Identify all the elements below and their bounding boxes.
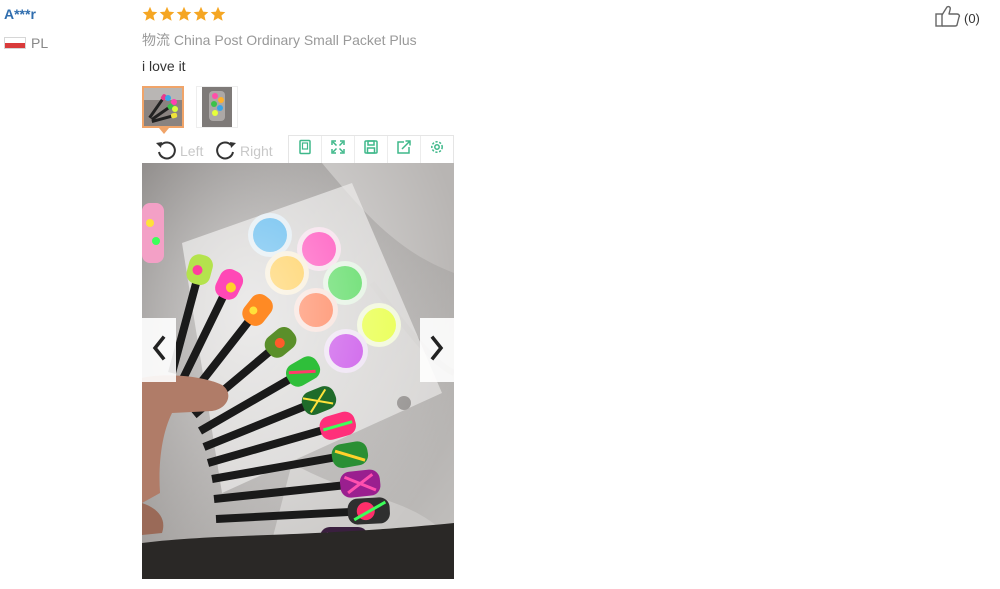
review-photo-viewer[interactable] bbox=[142, 163, 454, 579]
rotate-left-button[interactable]: Left bbox=[154, 139, 203, 163]
helpful-button[interactable]: (0) bbox=[935, 5, 980, 32]
fullscreen-icon bbox=[330, 139, 346, 160]
selected-thumbnail-pointer bbox=[159, 128, 169, 134]
star-icon bbox=[210, 6, 226, 24]
image-toolbar bbox=[288, 135, 454, 163]
phone-view-icon bbox=[297, 139, 313, 160]
thumbs-up-icon bbox=[935, 5, 961, 32]
fullscreen-button[interactable] bbox=[321, 136, 354, 163]
rotate-right-label: Right bbox=[240, 143, 273, 159]
next-photo-button[interactable] bbox=[420, 318, 454, 382]
star-icon bbox=[193, 6, 209, 24]
rotate-left-label: Left bbox=[180, 143, 204, 159]
phone-view-button[interactable] bbox=[289, 136, 321, 163]
logistics-info: 物流 China Post Ordinary Small Packet Plus bbox=[142, 30, 417, 50]
save-icon bbox=[363, 139, 379, 160]
reviewer-country: PL bbox=[31, 35, 49, 51]
share-button[interactable] bbox=[387, 136, 420, 163]
save-button[interactable] bbox=[354, 136, 387, 163]
settings-icon bbox=[429, 139, 445, 160]
helpful-count: (0) bbox=[964, 10, 980, 26]
star-rating bbox=[142, 6, 226, 24]
share-icon bbox=[396, 139, 412, 160]
star-icon bbox=[176, 6, 192, 24]
rotate-left-icon bbox=[154, 137, 178, 166]
rotate-right-button[interactable]: Right bbox=[214, 139, 273, 163]
chevron-left-icon bbox=[151, 335, 167, 366]
star-icon bbox=[142, 6, 158, 24]
country-flag-icon bbox=[4, 37, 26, 49]
previous-photo-button[interactable] bbox=[142, 318, 176, 382]
reviewer-name: A***r bbox=[4, 6, 36, 22]
review-text: i love it bbox=[142, 58, 186, 74]
review-photo bbox=[142, 163, 454, 579]
photo-thumbnail-1[interactable] bbox=[142, 86, 184, 128]
photo-thumbnail-2[interactable] bbox=[196, 86, 238, 128]
star-icon bbox=[159, 6, 175, 24]
chevron-right-icon bbox=[429, 335, 445, 366]
settings-button[interactable] bbox=[420, 136, 453, 163]
rotate-right-icon bbox=[214, 137, 238, 166]
logistics-label: 物流 bbox=[142, 32, 170, 48]
logistics-value: China Post Ordinary Small Packet Plus bbox=[173, 32, 417, 48]
